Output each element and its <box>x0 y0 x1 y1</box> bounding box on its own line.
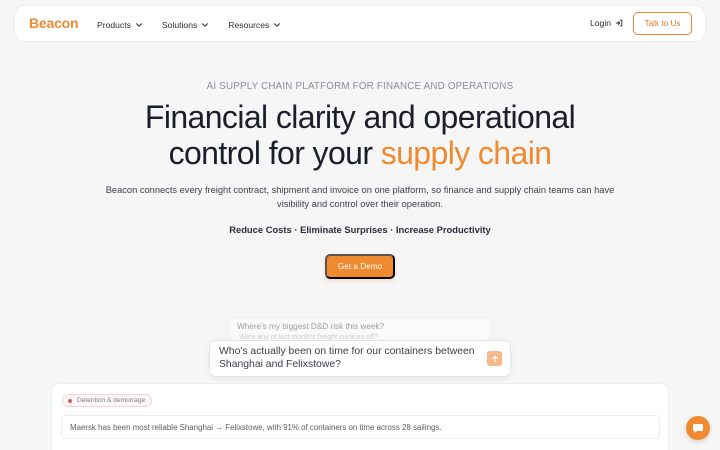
headline-line-1: Financial clarity and operational <box>144 99 576 135</box>
main-menu: Products Solutions Resources <box>97 6 300 43</box>
answer-box: Maersk has been most reliable Shanghai →… <box>61 415 660 439</box>
headline-accent: supply chain <box>380 135 552 171</box>
chat-button[interactable] <box>686 416 710 440</box>
top-navbar: Beacon Products Solutions Resources Logi… <box>14 5 706 42</box>
login-icon <box>615 19 623 27</box>
login-label: Login <box>590 18 612 28</box>
nav-item-solutions[interactable]: Solutions <box>162 20 209 30</box>
background-query-card: Where's my biggest D&D risk this week? W… <box>228 317 492 341</box>
hero-subtext: Beacon connects every freight contract, … <box>105 185 615 209</box>
category-badge: Detention & demurrage <box>62 394 153 407</box>
nav-item-products[interactable]: Products <box>97 20 143 30</box>
chevron-down-icon <box>274 22 281 27</box>
answer-card: Detention & demurrage Maersk has been mo… <box>51 383 669 450</box>
send-button[interactable] <box>487 351 502 366</box>
hero-headline: Financial clarity and operational contro… <box>0 99 720 171</box>
nav-item-label: Products <box>97 19 131 30</box>
chat-bubble-icon <box>693 424 703 433</box>
query-input-card[interactable]: Who's actually been on time for our cont… <box>209 340 511 377</box>
nav-item-label: Solutions <box>161 19 198 30</box>
headline-line-2-prefix: control for your <box>168 135 381 171</box>
chevron-down-icon <box>136 22 142 27</box>
query-text: Who's actually been on time for our cont… <box>219 346 475 370</box>
chevron-down-icon <box>202 22 209 27</box>
background-question: Where's my biggest D&D risk this week? <box>237 322 385 331</box>
arrow-up-icon <box>491 355 498 362</box>
beacon-logo[interactable]: Beacon <box>29 15 79 31</box>
hero-eyebrow: AI SUPPLY CHAIN PLATFORM FOR FINANCE AND… <box>206 81 514 92</box>
login-link[interactable]: Login <box>590 18 623 28</box>
nav-item-resources[interactable]: Resources <box>228 20 281 30</box>
nav-item-label: Resources <box>228 19 270 30</box>
get-a-demo-button[interactable]: Get a Demo <box>325 254 395 279</box>
answer-text: Maersk has been most reliable Shanghai →… <box>70 423 442 432</box>
talk-to-us-button[interactable]: Talk to Us <box>633 12 692 35</box>
badge-label: Detention & demurrage <box>77 397 146 404</box>
status-dot <box>68 399 72 403</box>
hero-tagline: Reduce Costs · Eliminate Surprises · Inc… <box>229 224 491 235</box>
